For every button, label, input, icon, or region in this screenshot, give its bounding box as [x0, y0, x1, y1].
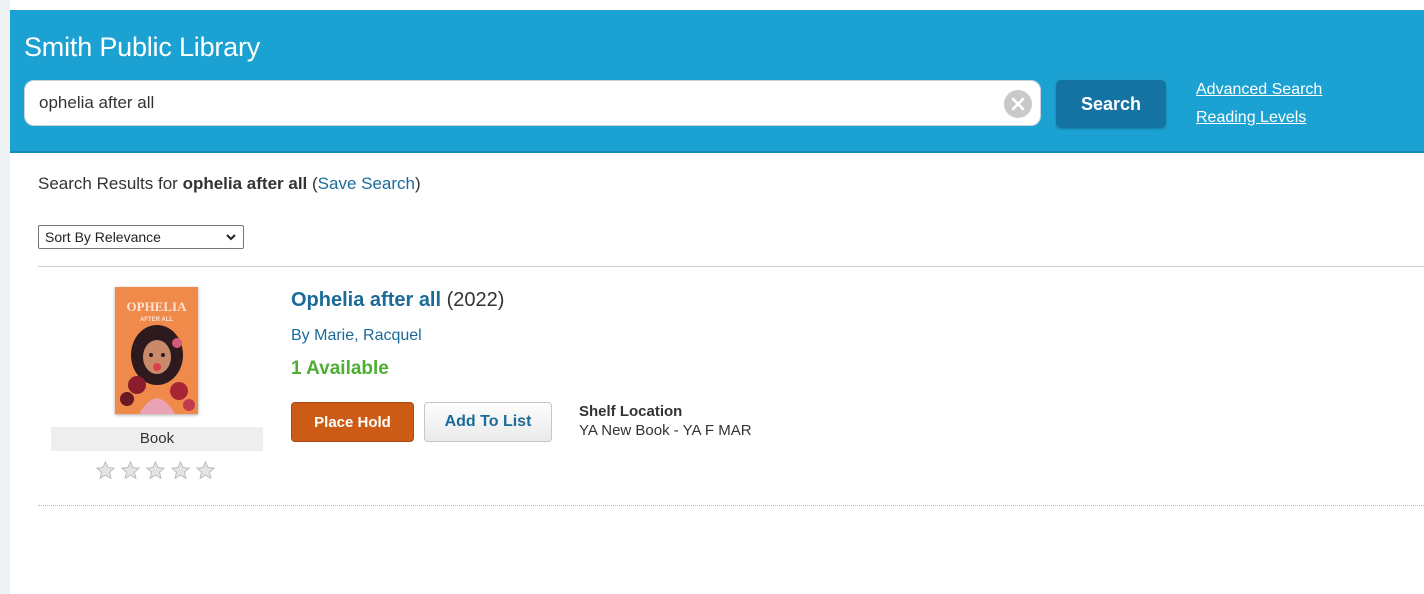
shelf-location-label: Shelf Location [579, 403, 683, 420]
publication-year: (2022) [446, 289, 505, 311]
save-search-link[interactable]: Save Search [318, 174, 415, 193]
results-divider [38, 266, 1424, 267]
book-title-link[interactable]: Ophelia after all [291, 289, 441, 311]
star-icon[interactable] [170, 460, 191, 481]
result-title-line: Ophelia after all (2022) [291, 289, 504, 312]
chevron-down-icon [226, 234, 236, 241]
sort-selected-value: Sort By Relevance [45, 229, 161, 245]
save-open-paren: ( [307, 174, 318, 193]
star-rating [95, 460, 220, 482]
library-title[interactable]: Smith Public Library [24, 32, 260, 63]
result-divider [38, 505, 1424, 506]
clear-icon[interactable] [1004, 90, 1032, 118]
page: Smith Public Library Search Advanced Sea… [0, 0, 1424, 594]
cover-subtitle-text: AFTER ALL [140, 317, 173, 323]
format-label: Book [51, 427, 263, 451]
search-button[interactable]: Search [1056, 80, 1166, 128]
reading-levels-link[interactable]: Reading Levels [1196, 109, 1306, 127]
star-icon[interactable] [145, 460, 166, 481]
search-box [24, 80, 1041, 126]
sort-select[interactable]: Sort By Relevance [38, 225, 244, 249]
availability-status: 1 Available [291, 358, 389, 379]
add-to-list-button[interactable]: Add To List [424, 402, 552, 442]
star-icon[interactable] [95, 460, 116, 481]
search-term: ophelia after all [182, 174, 308, 193]
results-heading: Search Results for ophelia after all (Sa… [38, 174, 421, 194]
star-icon[interactable] [195, 460, 216, 481]
search-input[interactable] [39, 81, 989, 125]
author-link[interactable]: By Marie, Racquel [291, 327, 422, 345]
left-gutter [0, 0, 10, 594]
results-prefix: Search Results for [38, 174, 183, 193]
cover-title-text: OPHELIA [127, 299, 188, 314]
shelf-location-value: YA New Book - YA F MAR [579, 422, 752, 439]
book-cover-art: OPHELIA AFTER ALL [115, 287, 198, 414]
place-hold-button[interactable]: Place Hold [291, 402, 414, 442]
star-icon[interactable] [120, 460, 141, 481]
book-cover[interactable]: OPHELIA AFTER ALL [115, 287, 198, 414]
save-close-paren: ) [415, 174, 421, 193]
header-bar: Smith Public Library Search Advanced Sea… [10, 10, 1424, 153]
advanced-search-link[interactable]: Advanced Search [1196, 81, 1322, 99]
